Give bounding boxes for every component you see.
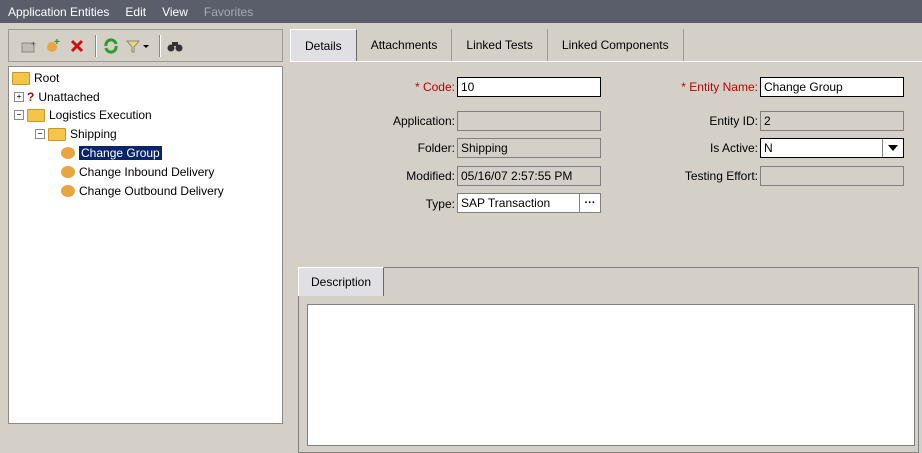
entity-id-label: Entity ID: <box>709 114 758 128</box>
collapse-icon[interactable]: − <box>14 110 24 120</box>
modified-label: Modified: <box>406 169 455 183</box>
code-label: * Code: <box>414 80 455 94</box>
refresh-icon[interactable] <box>101 36 121 56</box>
type-label: Type: <box>425 197 455 211</box>
testing-effort-label: Testing Effort: <box>684 169 758 183</box>
tree-node-label: Change Outbound Delivery <box>79 184 224 198</box>
type-field[interactable]: SAP Transaction ··· <box>457 193 601 213</box>
find-icon[interactable] <box>165 36 185 56</box>
entity-icon <box>61 166 75 178</box>
modified-field[interactable]: 05/16/07 2:57:55 PM <box>457 166 601 186</box>
collapse-icon[interactable]: − <box>35 129 45 139</box>
tree-node-change-outbound-delivery[interactable]: Change Outbound Delivery <box>61 182 224 200</box>
menu-view[interactable]: View <box>154 5 196 19</box>
tree-node-unattached[interactable]: + ? Unattached <box>14 88 100 106</box>
tree-node-label: Shipping <box>70 127 117 141</box>
tree-node-label: Change Inbound Delivery <box>79 165 215 179</box>
is-active-select[interactable]: N <box>760 138 904 158</box>
entity-name-field[interactable]: Change Group <box>760 77 904 97</box>
details-panel: * Code: 10 Application: Folder: Shipping… <box>290 61 922 453</box>
code-field[interactable]: 10 <box>457 77 601 97</box>
tree-node-logistics-execution[interactable]: − Logistics Execution <box>14 106 152 124</box>
folder-open-icon <box>27 108 45 122</box>
tree-node-change-group[interactable]: Change Group <box>61 144 162 162</box>
svg-text:+: + <box>54 38 60 48</box>
chevron-down-icon[interactable] <box>882 139 903 157</box>
delete-icon[interactable] <box>67 36 87 56</box>
menu-favorites[interactable]: Favorites <box>196 5 261 19</box>
tree-toolbar: + + <box>8 29 283 62</box>
entity-name-label: * Entity Name: <box>681 80 758 94</box>
folder-field[interactable]: Shipping <box>457 138 601 158</box>
right-pane: Details Attachments Linked Tests Linked … <box>290 29 922 453</box>
entity-tree: Root + ? Unattached − Logistics Executio… <box>8 66 283 424</box>
tree-node-label: Logistics Execution <box>49 108 152 122</box>
tab-linked-tests[interactable]: Linked Tests <box>452 29 548 61</box>
entity-id-field[interactable]: 2 <box>760 111 904 131</box>
tree-node-shipping[interactable]: − Shipping <box>35 125 117 143</box>
filter-icon[interactable] <box>125 36 151 56</box>
svg-text:+: + <box>31 39 36 49</box>
left-pane: + + Root + ? Unattached − Logistics Exec… <box>8 29 285 424</box>
application-label: Application: <box>392 114 455 128</box>
is-active-value: N <box>764 141 773 155</box>
application-field[interactable] <box>457 111 601 131</box>
menu-edit[interactable]: Edit <box>117 5 154 19</box>
tab-description[interactable]: Description <box>298 267 385 296</box>
testing-effort-field[interactable] <box>760 166 904 186</box>
tree-node-label: Unattached <box>38 90 100 104</box>
menu-application-entities[interactable]: Application Entities <box>0 5 117 19</box>
question-icon: ? <box>27 90 35 104</box>
tab-linked-components[interactable]: Linked Components <box>547 29 684 61</box>
toolbar-separator <box>159 34 161 57</box>
is-active-label: Is Active: <box>709 141 758 155</box>
tree-node-label: Root <box>34 71 60 85</box>
folder-label: Folder: <box>417 141 455 155</box>
toolbar-separator <box>95 34 97 57</box>
new-entity-icon[interactable]: + <box>43 36 63 56</box>
entity-icon <box>61 185 75 197</box>
folder-open-icon <box>12 71 30 85</box>
tree-node-label: Change Group <box>79 146 162 160</box>
new-folder-icon[interactable]: + <box>19 36 39 56</box>
tree-node-change-inbound-delivery[interactable]: Change Inbound Delivery <box>61 163 214 181</box>
entity-icon <box>61 147 75 159</box>
tab-details[interactable]: Details <box>290 29 357 62</box>
type-value: SAP Transaction <box>461 196 551 210</box>
folder-open-icon <box>48 127 66 141</box>
description-textarea[interactable] <box>307 304 915 446</box>
detail-tabs: Details Attachments Linked Tests Linked … <box>290 29 684 62</box>
ellipsis-button[interactable]: ··· <box>579 194 600 212</box>
expand-icon[interactable]: + <box>14 92 24 102</box>
menu-bar: Application Entities Edit View Favorites <box>0 0 922 23</box>
tree-node-root[interactable]: Root <box>12 69 59 87</box>
tab-attachments[interactable]: Attachments <box>356 29 453 61</box>
